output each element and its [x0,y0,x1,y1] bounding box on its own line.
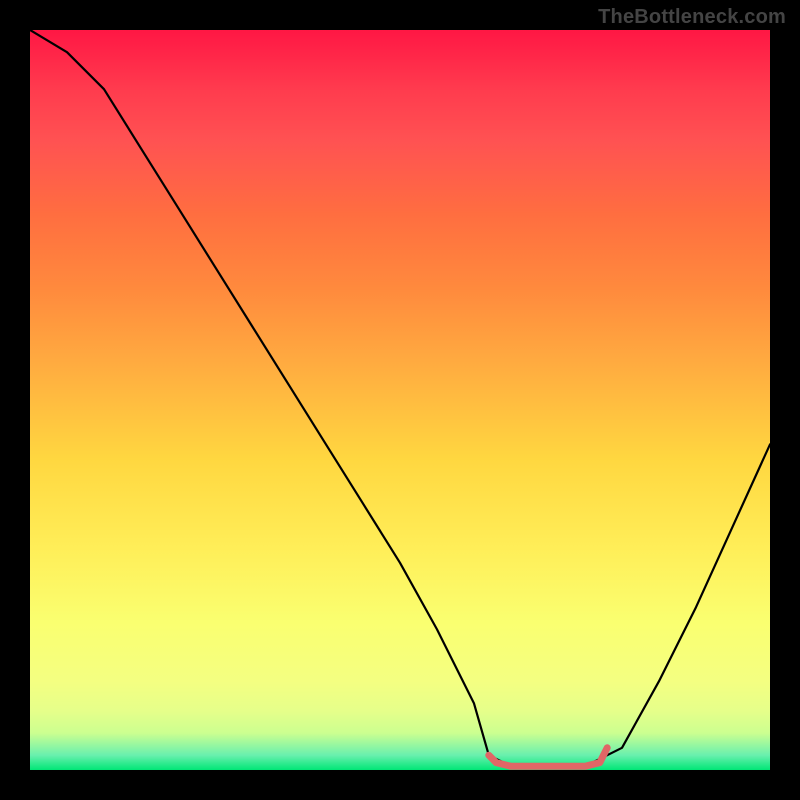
watermark-text: TheBottleneck.com [598,6,786,29]
chart-svg [30,30,770,770]
bottleneck-curve-path [30,30,770,766]
optimal-range-path [489,748,607,767]
